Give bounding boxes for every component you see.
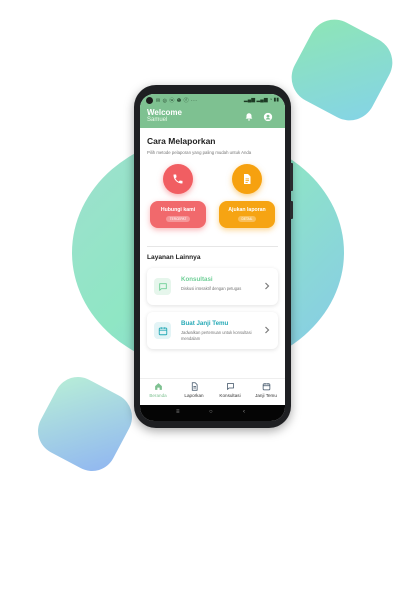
recent-apps-button[interactable]: ≡ xyxy=(176,409,180,415)
status-system-icons: ▂▄▆ ▂▄▆ ◔ ▮▮ xyxy=(243,97,279,103)
home-icon xyxy=(154,383,162,390)
welcome-title: Welcome xyxy=(147,108,182,117)
section-divider xyxy=(147,246,278,247)
appointment-title: Buat Janji Temu xyxy=(181,320,229,327)
app-screen: ✉ ◎ ⓦ ❶ ⓕ ··· ▂▄▆ ▂▄▆ ◔ ▮▮ Welcome Samue… xyxy=(140,94,285,421)
system-navigation-bar: ≡ ○ ‹ xyxy=(140,405,285,421)
services-section-title: Layanan Lainnya xyxy=(147,254,201,261)
nav-label-konsultasi: Konsultasi xyxy=(219,393,241,398)
decorative-blob-bottom-left xyxy=(29,368,141,480)
bottom-navigation: Beranda Laporkan Konsultasi Janji Temu xyxy=(140,378,285,405)
chevron-right-icon xyxy=(265,282,270,290)
report-section-subtitle: Pilih metode pelaporan yang paling mudah… xyxy=(147,150,252,155)
status-notification-icons: ✉ ◎ ⓦ ❶ ⓕ ··· xyxy=(156,98,198,104)
nav-item-konsultasi[interactable]: Konsultasi xyxy=(212,382,248,404)
calendar-icon xyxy=(158,326,167,335)
submit-report-label: Ajukan laporan xyxy=(228,207,266,213)
consultation-icon-box xyxy=(154,278,171,295)
submit-report-badge: DETAIL xyxy=(237,216,257,222)
bell-icon[interactable] xyxy=(244,112,254,122)
appointment-description: Jadwalkan pertemuan untuk konsultasi men… xyxy=(181,330,252,341)
phone-mockup: ✉ ◎ ⓦ ❶ ⓕ ··· ▂▄▆ ▂▄▆ ◔ ▮▮ Welcome Samue… xyxy=(134,85,293,428)
consultation-description: Diskusi interaktif dengan petugas xyxy=(181,286,242,291)
app-header: ✉ ◎ ⓦ ❶ ⓕ ··· ▂▄▆ ▂▄▆ ◔ ▮▮ Welcome Samue… xyxy=(140,94,285,128)
document-icon xyxy=(191,382,197,391)
chevron-right-icon xyxy=(265,326,270,334)
nav-item-janji-temu[interactable]: Janji Temu xyxy=(248,382,284,404)
username-label: Samuel xyxy=(147,117,168,123)
home-system-button[interactable]: ○ xyxy=(209,409,213,415)
nav-item-laporkan[interactable]: Laporkan xyxy=(176,382,212,404)
camera-hole xyxy=(146,97,153,104)
calendar-icon xyxy=(262,383,270,391)
report-section-title: Cara Melaporkan xyxy=(147,136,216,146)
nav-label-beranda: Beranda xyxy=(149,393,167,398)
call-us-button[interactable]: Hubungi kami TERCEPAT xyxy=(150,201,206,228)
status-bar: ✉ ◎ ⓦ ❶ ⓕ ··· ▂▄▆ ▂▄▆ ◔ ▮▮ xyxy=(140,96,285,105)
appointment-icon-box xyxy=(154,322,171,339)
power-button xyxy=(290,201,293,219)
call-us-label: Hubungi kami xyxy=(160,207,196,213)
call-us-badge: TERCEPAT xyxy=(165,216,191,222)
report-circle-button[interactable] xyxy=(232,164,262,194)
volume-button xyxy=(290,163,293,191)
chat-icon xyxy=(226,383,234,390)
chat-icon xyxy=(158,282,167,291)
call-circle-button[interactable] xyxy=(163,164,193,194)
submit-report-button[interactable]: Ajukan laporan DETAIL xyxy=(219,201,275,228)
document-icon xyxy=(244,174,251,184)
user-circle-icon[interactable] xyxy=(263,112,273,122)
nav-label-laporkan: Laporkan xyxy=(184,393,204,398)
appointment-card[interactable]: Buat Janji Temu Jadwalkan pertemuan untu… xyxy=(147,312,278,349)
home-content: Cara Melaporkan Pilih metode pelaporan y… xyxy=(140,128,285,378)
consultation-card[interactable]: Konsultasi Diskusi interaktif dengan pet… xyxy=(147,268,278,305)
consultation-title: Konsultasi xyxy=(181,276,213,283)
nav-item-beranda[interactable]: Beranda xyxy=(140,382,176,404)
decorative-blob-top-right xyxy=(282,10,402,130)
phone-icon xyxy=(173,174,183,184)
nav-label-janji-temu: Janji Temu xyxy=(255,393,277,398)
back-system-button[interactable]: ‹ xyxy=(243,409,245,415)
